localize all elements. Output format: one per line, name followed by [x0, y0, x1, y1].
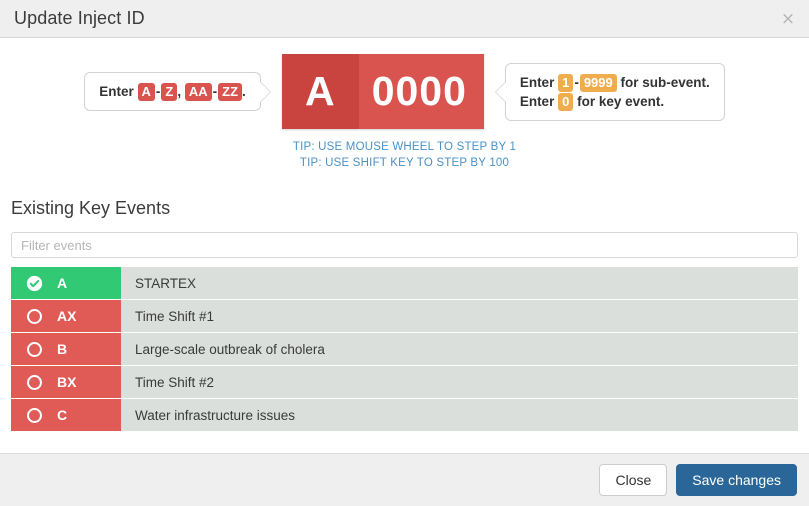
inject-id-letter-stepper[interactable]: A	[281, 54, 359, 129]
letter-hint-badge-a: A	[137, 83, 155, 101]
table-row[interactable]: AX Time Shift #1	[11, 300, 798, 333]
number-hint-line2-prefix: Enter	[519, 93, 555, 109]
existing-key-events-list: A STARTEX AX Time Shift #1 B Large-scale outb…	[11, 267, 798, 432]
number-hint-tooltip: Enter 1-9999 for sub-event. Enter 0 for …	[494, 62, 725, 121]
circle-icon	[27, 374, 42, 390]
event-key-cell[interactable]: A	[11, 267, 121, 299]
event-description-label: Time Shift #1	[135, 308, 215, 324]
modal-header: Update Inject ID ×	[0, 0, 809, 38]
modal-body: Enter A-Z, AA - ZZ. A 0000 Enter 1-9999 fo…	[0, 38, 809, 453]
stepper-tips: TIP: USE MOUSE WHEEL TO STEP BY 1 TIP: U…	[0, 139, 809, 171]
event-description-cell[interactable]: Large-scale outbreak of cholera	[121, 333, 798, 365]
table-row[interactable]: BX Time Shift #2	[11, 366, 798, 399]
event-description-label: STARTEX	[135, 275, 197, 291]
tip-shift-key: TIP: USE SHIFT KEY TO STEP BY 100	[299, 157, 510, 169]
event-key-label: B	[57, 341, 68, 357]
event-key-cell[interactable]: B	[11, 333, 121, 365]
event-key-label: C	[57, 407, 68, 423]
check-circle-icon	[26, 275, 43, 291]
filter-wrapper	[0, 219, 809, 258]
letter-hint-badge-zz: ZZ	[218, 83, 243, 101]
number-hint-line-2: Enter 0 for key event.	[520, 92, 710, 111]
number-hint-badge-9999: 9999	[579, 73, 617, 92]
event-key-label: AX	[57, 308, 77, 324]
inject-id-display: A 0000	[281, 54, 484, 129]
number-hint-line-1: Enter 1-9999 for sub-event.	[520, 73, 710, 92]
table-row[interactable]: A STARTEX	[11, 267, 798, 300]
inject-id-editor: Enter A-Z, AA - ZZ. A 0000 Enter 1-9999 fo…	[0, 38, 809, 129]
number-hint-line1-suffix: for sub-event.	[620, 74, 710, 90]
event-description-label: Large-scale outbreak of cholera	[135, 341, 325, 357]
event-description-label: Time Shift #2	[135, 374, 215, 390]
event-key-cell[interactable]: BX	[11, 366, 121, 398]
event-description-cell[interactable]: Time Shift #1	[121, 300, 798, 332]
number-hint-badge-0: 0	[558, 92, 574, 111]
letter-hint-badge-aa: AA	[184, 83, 212, 101]
number-hint-line1-prefix: Enter	[519, 74, 555, 90]
letter-hint-prefix: Enter	[99, 84, 134, 99]
event-description-cell[interactable]: Time Shift #2	[121, 366, 798, 398]
event-key-cell[interactable]: C	[11, 399, 121, 431]
table-row[interactable]: C Water infrastructure issues	[11, 399, 798, 432]
page-title: Update Inject ID	[14, 8, 145, 28]
letter-hint-badge-z: Z	[161, 83, 178, 101]
event-description-label: Water infrastructure issues	[135, 407, 296, 423]
event-description-cell[interactable]: Water infrastructure issues	[121, 399, 798, 431]
number-hint-line2-suffix: for key event.	[577, 93, 665, 109]
circle-icon	[27, 341, 42, 357]
event-description-cell[interactable]: STARTEX	[121, 267, 798, 299]
letter-hint-period: .	[242, 84, 246, 99]
close-button[interactable]: Close	[599, 464, 668, 496]
existing-key-events-title: Existing Key Events	[11, 198, 171, 218]
number-hint-dash: -	[574, 74, 579, 90]
save-changes-button[interactable]: Save changes	[676, 464, 797, 496]
event-key-label: A	[57, 275, 68, 291]
tip-mouse-wheel: TIP: USE MOUSE WHEEL TO STEP BY 1	[292, 141, 517, 153]
event-key-cell[interactable]: AX	[11, 300, 121, 332]
update-inject-id-modal: Update Inject ID × Enter A-Z, AA - ZZ. A 0…	[0, 0, 809, 506]
table-row[interactable]: B Large-scale outbreak of cholera	[11, 333, 798, 366]
event-key-label: BX	[57, 374, 77, 390]
filter-events-input[interactable]	[11, 232, 798, 258]
circle-icon	[27, 308, 42, 324]
close-icon[interactable]: ×	[779, 10, 797, 28]
inject-id-number-stepper[interactable]: 0000	[358, 54, 484, 129]
circle-icon	[27, 407, 42, 423]
letter-hint-tooltip: Enter A-Z, AA - ZZ.	[84, 72, 271, 111]
number-hint-badge-1: 1	[558, 73, 574, 92]
letter-hint-comma: ,	[177, 84, 182, 99]
modal-footer: Close Save changes	[0, 453, 809, 506]
